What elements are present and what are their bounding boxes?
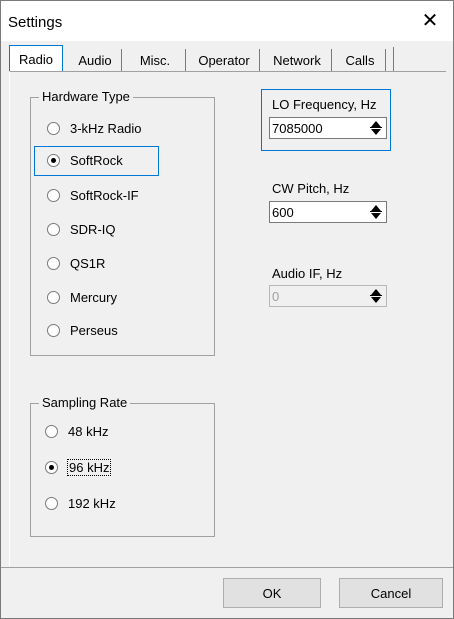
radio-qs1r[interactable]: QS1R <box>47 253 105 273</box>
radio-3khz[interactable]: 3-kHz Radio <box>47 118 142 138</box>
close-icon: ✕ <box>421 9 439 32</box>
radio-label: Mercury <box>70 289 117 305</box>
radio-softrock[interactable]: SoftRock <box>47 150 123 170</box>
radio-label: SoftRock-IF <box>70 187 139 203</box>
close-button[interactable]: ✕ <box>407 1 453 39</box>
tab-label: Radio <box>19 51 53 67</box>
tab-label: Misc. <box>139 52 171 68</box>
spin-updown-icon[interactable] <box>368 204 384 220</box>
radio-button-icon <box>45 496 58 510</box>
tab-network[interactable]: Network <box>263 49 332 71</box>
lo-frequency-label: LO Frequency, Hz <box>272 97 377 112</box>
ok-button[interactable]: OK <box>223 578 321 608</box>
radio-button-selected-icon <box>45 460 58 474</box>
lo-frequency-input[interactable] <box>272 119 362 137</box>
radio-label: 3-kHz Radio <box>70 120 142 136</box>
audio-if-label: Audio IF, Hz <box>272 266 343 281</box>
radio-label: SDR-IQ <box>70 221 116 237</box>
radio-button-icon <box>47 290 60 304</box>
radio-label: 48 kHz <box>68 423 109 439</box>
radio-label: SoftRock <box>70 152 123 168</box>
radio-button-icon <box>47 121 60 135</box>
radio-button-icon <box>45 424 58 438</box>
settings-window: Settings ✕ Radio Audio Misc. Operator Ne… <box>0 0 454 619</box>
spin-updown-icon[interactable] <box>368 288 384 304</box>
tab-label: Audio <box>78 52 112 68</box>
radio-button-icon <box>47 222 60 236</box>
tab-label: Operator <box>198 52 250 68</box>
spin-updown-icon[interactable] <box>368 120 384 136</box>
radio-192khz[interactable]: 192 kHz <box>45 493 116 513</box>
cw-pitch-spinbox[interactable] <box>269 201 387 223</box>
hardware-type-legend: Hardware Type <box>39 89 133 104</box>
radio-sdr-iq[interactable]: SDR-IQ <box>47 219 116 239</box>
lo-frequency-spinbox[interactable] <box>269 117 387 139</box>
radio-button-selected-icon <box>47 153 60 167</box>
radio-label: 192 kHz <box>68 495 116 511</box>
radio-softrock-if[interactable]: SoftRock-IF <box>47 185 139 205</box>
radio-perseus[interactable]: Perseus <box>47 320 118 340</box>
radio-button-icon <box>47 188 60 202</box>
window-title: Settings <box>8 14 63 31</box>
tab-misc[interactable]: Misc. <box>125 49 186 71</box>
radio-label: Perseus <box>70 322 118 338</box>
tab-calls[interactable]: Calls <box>335 49 386 71</box>
radio-button-icon <box>47 256 60 270</box>
title-bar: Settings ✕ <box>1 1 453 41</box>
cw-pitch-input[interactable] <box>272 203 362 221</box>
sampling-rate-legend: Sampling Rate <box>39 395 131 410</box>
tab-radio[interactable]: Radio <box>9 45 63 72</box>
tab-label: Calls <box>345 52 375 68</box>
tab-label: Network <box>273 52 321 68</box>
radio-48khz[interactable]: 48 kHz <box>45 421 108 441</box>
cancel-button[interactable]: Cancel <box>339 578 443 608</box>
audio-if-input[interactable] <box>272 287 362 305</box>
tab-operator[interactable]: Operator <box>189 49 260 71</box>
radio-label: 96 kHz <box>66 458 112 476</box>
cw-pitch-label: CW Pitch, Hz <box>272 181 350 196</box>
tab-audio[interactable]: Audio <box>69 49 122 71</box>
tab-divider <box>393 47 394 71</box>
radio-button-icon <box>47 323 60 337</box>
audio-if-spinbox[interactable] <box>269 285 387 307</box>
radio-label: QS1R <box>70 255 106 271</box>
radio-96khz[interactable]: 96 kHz <box>45 457 112 477</box>
radio-mercury[interactable]: Mercury <box>47 287 117 307</box>
footer-divider <box>1 567 453 568</box>
